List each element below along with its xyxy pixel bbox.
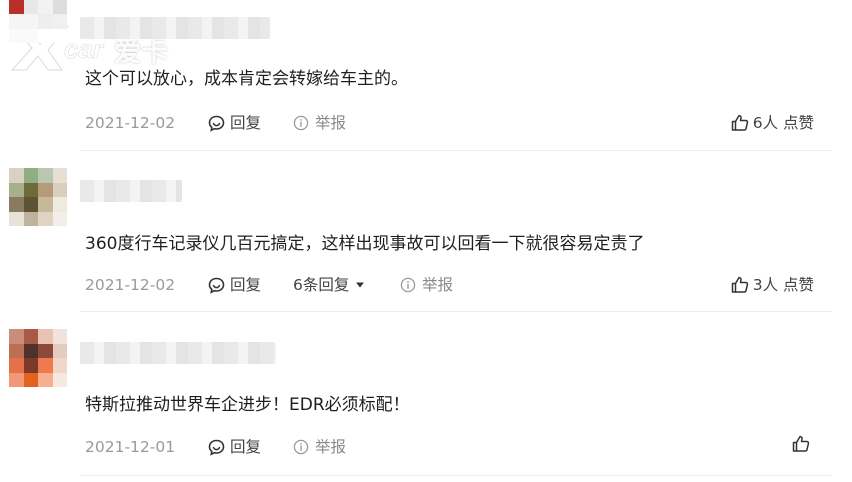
- comment-item: 特斯拉推动世界车企进步！EDR必须标配！ 2021-12-01 回复 举报: [0, 312, 852, 477]
- comment-text: 特斯拉推动世界车企进步！EDR必须标配！: [85, 395, 410, 415]
- report-label: 举报: [315, 114, 347, 132]
- avatar-pixel: [9, 372, 24, 387]
- avatar-pixel: [9, 168, 24, 183]
- avatar-pixel: [52, 182, 67, 197]
- comment-text: 这个可以放心，成本肯定会转嫁给车主的。: [85, 69, 408, 89]
- caret-down-icon: [356, 282, 365, 288]
- comment-meta: 2021-12-02 回复 举报 6人 点赞: [85, 111, 814, 135]
- reply-button[interactable]: 回复: [208, 273, 261, 297]
- avatar-pixel: [38, 14, 53, 29]
- avatar-pixel: [38, 197, 53, 212]
- view-replies-toggle[interactable]: 6条回复: [293, 273, 365, 297]
- avatar-pixel: [38, 343, 53, 358]
- comment-text: 360度行车记录仪几百元搞定，这样出现事故可以回看一下就很容易定责了: [85, 234, 645, 254]
- avatar-pixel: [9, 14, 24, 29]
- avatar-pixel: [52, 197, 67, 212]
- like-button[interactable]: [792, 435, 814, 453]
- username-blurred[interactable]: [80, 342, 276, 364]
- report-label: 举报: [315, 438, 347, 456]
- report-button[interactable]: 举报: [293, 435, 346, 459]
- like-count: 6人 点赞: [752, 114, 814, 132]
- avatar-pixel: [52, 358, 67, 373]
- reply-icon: [208, 115, 225, 132]
- avatar-pixel: [38, 28, 53, 43]
- reply-label: 回复: [230, 114, 262, 132]
- avatar-pixel: [23, 211, 38, 226]
- avatar-pixel: [9, 343, 24, 358]
- avatar-pixel: [23, 197, 38, 212]
- comment-item: 这个可以放心，成本肯定会转嫁给车主的。 2021-12-02 回复 举报 6人 …: [0, 0, 852, 150]
- reply-button[interactable]: 回复: [208, 435, 261, 459]
- reply-label: 回复: [230, 438, 262, 456]
- avatar[interactable]: [9, 329, 67, 387]
- avatar-pixel: [9, 358, 24, 373]
- avatar-pixel: [52, 372, 67, 387]
- avatar-pixel: [23, 372, 38, 387]
- avatar-pixel: [23, 358, 38, 373]
- info-circle-icon: [400, 277, 416, 293]
- avatar-pixel: [52, 14, 67, 29]
- comment-item: 360度行车记录仪几百元搞定，这样出现事故可以回看一下就很容易定责了 2021-…: [0, 151, 852, 311]
- reply-icon: [208, 277, 225, 294]
- avatar-pixel: [23, 168, 38, 183]
- comment-date: 2021-12-02: [85, 114, 176, 132]
- avatar-pixel: [38, 182, 53, 197]
- thumbs-up-icon: [731, 276, 748, 293]
- avatar-pixel: [23, 0, 38, 14]
- avatar-pixel: [38, 0, 53, 14]
- like-count: 3人 点赞: [752, 276, 814, 294]
- like-button[interactable]: 6人 点赞: [731, 111, 814, 135]
- avatar[interactable]: [9, 168, 67, 226]
- info-circle-icon: [293, 115, 309, 131]
- avatar-pixel: [38, 168, 53, 183]
- comment-meta: 2021-12-01 回复 举报: [85, 435, 814, 459]
- avatar-pixel: [9, 28, 24, 43]
- report-label: 举报: [422, 276, 454, 294]
- avatar-pixel: [38, 358, 53, 373]
- avatar-pixel: [38, 372, 53, 387]
- thumbs-up-icon: [792, 435, 810, 452]
- avatar-pixel: [23, 14, 38, 29]
- replies-count: 6条回复: [293, 276, 350, 294]
- reply-icon: [208, 439, 225, 456]
- username-blurred[interactable]: [80, 180, 182, 202]
- reply-label: 回复: [230, 276, 262, 294]
- avatar-pixel: [9, 0, 24, 14]
- report-button[interactable]: 举报: [293, 111, 346, 135]
- avatar-pixel: [38, 329, 53, 344]
- avatar-pixel: [52, 0, 67, 14]
- avatar-pixel: [52, 211, 67, 226]
- avatar-pixel: [23, 329, 38, 344]
- report-button[interactable]: 举报: [400, 273, 453, 297]
- avatar-pixel: [38, 211, 53, 226]
- username-blurred[interactable]: [80, 17, 270, 39]
- avatar[interactable]: [9, 0, 67, 43]
- avatar-pixel: [23, 28, 38, 43]
- avatar-pixel: [9, 329, 24, 344]
- comment-date: 2021-12-01: [85, 438, 176, 456]
- avatar-pixel: [9, 211, 24, 226]
- thumbs-up-icon: [731, 114, 748, 131]
- avatar-pixel: [52, 28, 67, 43]
- avatar-pixel: [52, 343, 67, 358]
- avatar-pixel: [23, 343, 38, 358]
- avatar-pixel: [9, 182, 24, 197]
- comment-date: 2021-12-02: [85, 276, 176, 294]
- avatar-pixel: [52, 329, 67, 344]
- divider: [80, 475, 832, 476]
- like-button[interactable]: 3人 点赞: [731, 273, 814, 297]
- avatar-pixel: [52, 168, 67, 183]
- reply-button[interactable]: 回复: [208, 111, 261, 135]
- comment-meta: 2021-12-02 回复 6条回复 举报 3人 点赞: [85, 273, 814, 297]
- avatar-pixel: [23, 182, 38, 197]
- avatar-pixel: [9, 197, 24, 212]
- info-circle-icon: [293, 439, 309, 455]
